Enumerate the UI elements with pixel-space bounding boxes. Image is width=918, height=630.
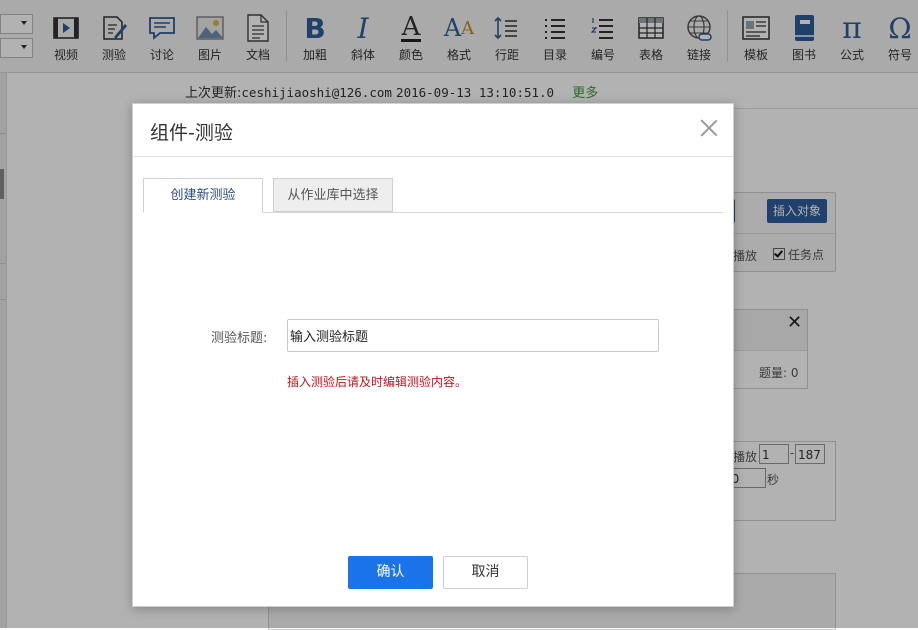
confirm-button[interactable]: 确认 [348,556,433,589]
quiz-title-input[interactable] [287,319,659,352]
dialog-title: 组件-测验 [150,122,233,144]
close-icon[interactable] [699,118,719,138]
dialog-header-divider [133,156,733,157]
cancel-button[interactable]: 取消 [443,556,528,589]
tab-select-from-library[interactable]: 从作业库中选择 [273,178,393,212]
edit-hint-text: 插入测验后请及时编辑测验内容。 [287,375,468,389]
quiz-title-label: 测验标题: [211,331,268,346]
quiz-component-dialog: 组件-测验 从作业库中选择 创建新测验 测验标题: 插入测验后请及时编辑测验内容… [132,103,734,607]
tab-create-new-quiz[interactable]: 创建新测验 [143,178,263,213]
